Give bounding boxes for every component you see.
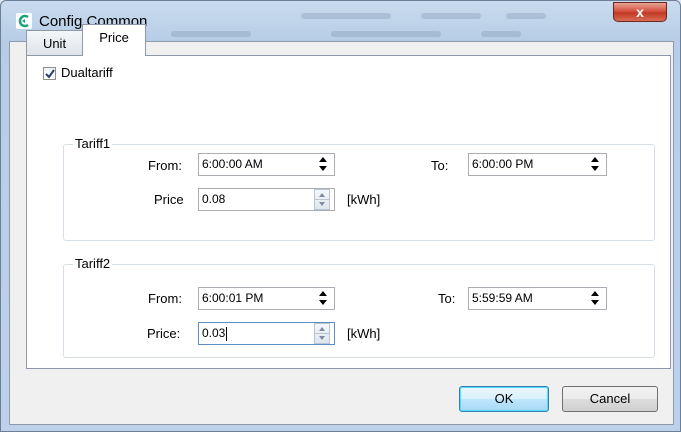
spin-down-icon [591,300,599,305]
spin-up-icon [319,291,327,296]
spin-down-icon [319,300,327,305]
tariff2-to-spinner[interactable] [588,289,603,308]
spin-down-icon [319,202,325,206]
tariff1-price-spinner[interactable] [314,189,330,210]
text-cursor [226,326,228,341]
tariff2-to-field[interactable]: 5:59:59 AM [468,287,607,310]
dualtariff-label: Dualtariff [61,65,113,80]
close-button[interactable]: x [613,2,667,22]
tariff2-to-label: To: [438,291,456,306]
spinner-divider [315,199,329,200]
background-blur [331,31,441,37]
tariff2-from-field[interactable]: 6:00:01 PM [198,287,335,310]
background-blur [506,13,546,19]
dualtariff-checkbox[interactable] [43,67,56,80]
tariff2-price-spinner[interactable] [314,323,330,344]
tariff1-to-value: 6:00:00 PM [472,157,534,171]
ok-button[interactable]: OK [459,386,549,412]
tab-unit-label: Unit [42,36,67,51]
spin-up-icon [319,157,327,162]
background-blur [481,31,521,37]
tariff2-from-spinner[interactable] [316,289,331,308]
tariff2-from-value: 6:00:01 PM [202,291,264,305]
close-icon: x [636,4,644,20]
tariff2-from-label: From: [148,291,182,306]
spinner-divider [315,333,329,334]
tariff1-from-spinner[interactable] [316,155,331,174]
tariff1-price-field[interactable]: 0.08 [198,188,335,211]
spin-down-icon [319,166,327,171]
dialog-window: Config Common x Unit Price Dualtariff Ta… [0,0,681,432]
tab-price-label: Price [99,30,129,45]
spin-up-icon [319,327,325,331]
tariff1-from-label: From: [148,158,182,173]
tariff2-price-label: Price: [147,326,181,341]
app-icon [16,13,32,29]
tab-unit[interactable]: Unit [26,30,83,55]
spin-up-icon [591,157,599,162]
tariff1-price-value: 0.08 [202,192,226,206]
background-blur [171,31,251,37]
spin-down-icon [319,336,325,340]
tariff1-unit-label: [kWh] [347,192,381,207]
tariff1-to-label: To: [431,158,449,173]
tariff1-legend: Tariff1 [73,136,113,151]
tariff2-unit-label: [kWh] [347,326,381,341]
tariff2-price-field[interactable]: 0.03 [198,322,335,345]
spin-up-icon [319,193,325,197]
tariff2-price-value: 0.03 [202,326,226,340]
tariff2-legend: Tariff2 [73,256,113,271]
tariff1-price-label: Price [154,192,184,207]
tariff1-to-spinner[interactable] [588,155,603,174]
background-blur [421,13,481,19]
tab-price[interactable]: Price [82,24,146,56]
checkmark-icon [45,69,55,79]
background-blur [301,13,391,19]
tariff1-from-value: 6:00:00 AM [202,157,263,171]
tariff2-group [63,264,655,358]
tariff2-to-value: 5:59:59 AM [472,291,533,305]
spin-up-icon [591,291,599,296]
tariff1-to-field[interactable]: 6:00:00 PM [468,153,607,176]
spin-down-icon [591,166,599,171]
cancel-button[interactable]: Cancel [562,386,658,412]
tariff1-from-field[interactable]: 6:00:00 AM [198,153,335,176]
